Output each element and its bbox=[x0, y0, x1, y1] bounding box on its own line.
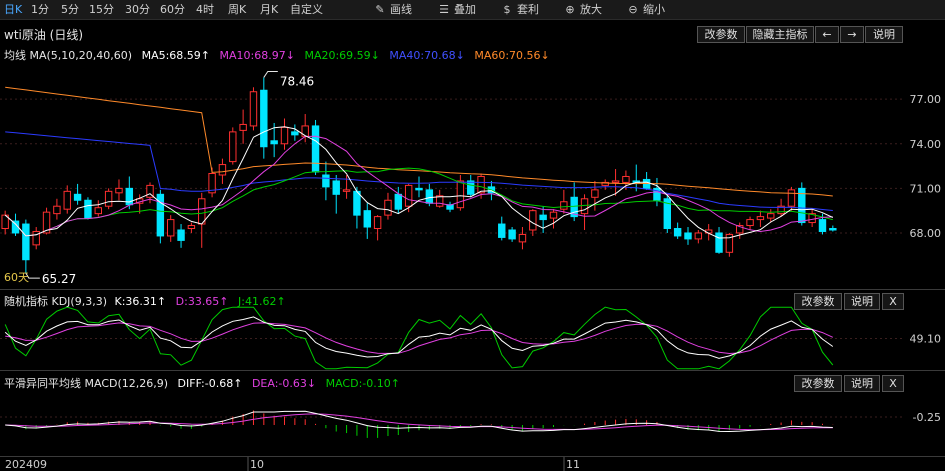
kdj-k-line bbox=[4, 316, 834, 359]
macd-value: MACD:-0.10↑ bbox=[325, 377, 400, 390]
kdj-close-icon[interactable]: X bbox=[882, 293, 904, 310]
macd-label: 平滑异同平均线 MACD(12,26,9) bbox=[4, 377, 169, 390]
candle-body bbox=[166, 219, 175, 237]
candle-body bbox=[684, 232, 692, 240]
macd-dea-value: DEA:-0.63↓ bbox=[251, 377, 317, 390]
candle-body bbox=[373, 216, 382, 230]
x-axis-label: 10 bbox=[250, 458, 264, 471]
candle-body bbox=[529, 210, 537, 231]
candle-body bbox=[580, 198, 589, 215]
candle-body bbox=[260, 89, 268, 148]
low-price-label: 65.27 bbox=[42, 272, 76, 286]
candle-body bbox=[622, 175, 630, 183]
kdj-j-value: J:41.62↑ bbox=[238, 295, 286, 308]
candle-body bbox=[94, 207, 102, 215]
kdj-d-value: D:33.65↑ bbox=[175, 295, 229, 308]
candle-body bbox=[611, 180, 620, 183]
candle-body bbox=[715, 232, 723, 253]
macd-legend: 平滑异同平均线 MACD(12,26,9) DIFF:-0.68↑ DEA:-0… bbox=[4, 375, 406, 391]
kdj-y-tick: 49.10 bbox=[910, 333, 942, 346]
candle-body bbox=[177, 229, 185, 241]
macd-diff-value: DIFF:-0.68↑ bbox=[177, 377, 243, 390]
candle-body bbox=[394, 193, 403, 210]
candle-body bbox=[280, 126, 289, 145]
candle-body bbox=[187, 225, 196, 230]
candle-body bbox=[249, 91, 258, 127]
candle-body bbox=[539, 214, 547, 221]
kdj-j-line bbox=[4, 306, 834, 370]
kdj-label: 随机指标 KDJ(9,3,3) bbox=[4, 295, 107, 308]
candle-body bbox=[456, 180, 465, 209]
candle-body bbox=[384, 199, 392, 216]
candle-body bbox=[756, 216, 765, 221]
candle-body bbox=[518, 233, 527, 243]
x-axis-label: 11 bbox=[566, 458, 580, 471]
candle-body bbox=[746, 219, 754, 227]
panel-divider bbox=[0, 289, 945, 290]
candle-body bbox=[115, 187, 123, 194]
candle-body bbox=[673, 228, 682, 237]
candlestick-chart[interactable]: 77.00 74.00 71.00 68.00 78.46 65.27 60天 49.10… bbox=[0, 0, 945, 471]
candle-body bbox=[53, 205, 61, 215]
candle-body bbox=[415, 187, 423, 191]
candle-body bbox=[270, 140, 278, 145]
candle-body bbox=[73, 193, 82, 201]
candle-body bbox=[322, 174, 330, 188]
candle-body bbox=[425, 189, 434, 204]
kdj-help-button[interactable]: 说明 bbox=[844, 293, 880, 310]
candle-body bbox=[353, 190, 361, 216]
kdj-d-line bbox=[5, 322, 834, 355]
candle-body bbox=[104, 190, 113, 207]
high-marker-line bbox=[263, 70, 278, 78]
candle-body bbox=[818, 219, 827, 232]
macd-y-tick: -0.25 bbox=[913, 411, 941, 424]
macd-help-button[interactable]: 说明 bbox=[844, 375, 880, 392]
candle-body bbox=[63, 190, 71, 210]
y-tick-label: 68.00 bbox=[910, 227, 942, 240]
kdj-k-value: K:36.31↑ bbox=[114, 295, 167, 308]
y-tick-label: 71.00 bbox=[910, 182, 942, 195]
candle-body bbox=[467, 180, 475, 195]
candle-body bbox=[291, 131, 299, 136]
period-label: 60天 bbox=[4, 271, 29, 284]
candle-body bbox=[498, 223, 506, 238]
candle-body bbox=[311, 125, 320, 173]
panel-divider bbox=[0, 456, 945, 457]
panel-divider bbox=[0, 370, 945, 371]
candle-body bbox=[198, 198, 206, 225]
candle-body bbox=[477, 175, 485, 194]
high-price-label: 78.46 bbox=[280, 74, 314, 88]
candle-body bbox=[218, 164, 227, 176]
candle-body bbox=[229, 131, 237, 163]
macd-close-icon[interactable]: X bbox=[882, 375, 904, 392]
candle-body bbox=[363, 210, 371, 228]
candle-body bbox=[332, 180, 340, 195]
candle-body bbox=[84, 199, 92, 219]
candle-body bbox=[767, 213, 775, 219]
candle-body bbox=[829, 228, 837, 231]
kdj-edit-params-button[interactable]: 改参数 bbox=[794, 293, 842, 310]
candle-body bbox=[787, 189, 796, 207]
candle-body bbox=[508, 229, 516, 240]
candle-body bbox=[22, 223, 30, 261]
x-axis-label: 202409 bbox=[5, 458, 47, 471]
candle-body bbox=[342, 189, 351, 192]
candle-body bbox=[694, 232, 703, 240]
candle-body bbox=[591, 189, 599, 198]
candle-body bbox=[239, 123, 247, 131]
candle-body bbox=[560, 201, 568, 210]
y-tick-label: 77.00 bbox=[910, 93, 942, 106]
candle-body bbox=[549, 211, 558, 219]
macd-edit-params-button[interactable]: 改参数 bbox=[794, 375, 842, 392]
candle-body bbox=[404, 184, 413, 207]
kdj-legend: 随机指标 KDJ(9,3,3) K:36.31↑ D:33.65↑ J:41.6… bbox=[4, 293, 292, 309]
y-tick-label: 74.00 bbox=[910, 138, 942, 151]
